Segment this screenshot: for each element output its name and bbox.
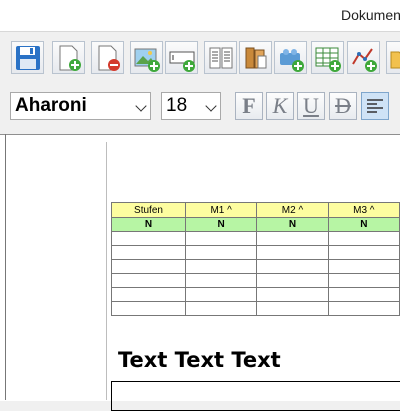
table-cell[interactable]: N: [184, 217, 258, 232]
table-header-cell[interactable]: M2 ^: [256, 202, 329, 218]
add-blocks-button[interactable]: [274, 41, 307, 74]
page-add-icon: [59, 45, 81, 71]
table-cell[interactable]: [184, 273, 258, 288]
table-header-cell[interactable]: M1 ^: [184, 202, 258, 218]
table-cell[interactable]: [327, 287, 400, 302]
table-cell[interactable]: [327, 259, 400, 274]
folder-icon: [390, 51, 400, 69]
document-heading[interactable]: Text Text Text: [118, 348, 281, 372]
align-left-button[interactable]: [361, 92, 389, 120]
table-cell[interactable]: [184, 287, 258, 302]
table-cell[interactable]: [184, 259, 258, 274]
table-header-row: Stufen M1 ^ M2 ^ M3 ^: [111, 202, 400, 218]
table-cell[interactable]: [256, 231, 329, 246]
table-row: [111, 259, 400, 274]
lego-block-add-icon: [280, 49, 304, 72]
table-cell[interactable]: [327, 245, 400, 260]
table-cell[interactable]: [184, 245, 258, 260]
page-remove-icon: [98, 45, 120, 71]
underline-button[interactable]: U: [297, 92, 325, 120]
table-cell[interactable]: [111, 287, 186, 302]
table-add-icon: [315, 47, 341, 72]
main-toolbar: [0, 32, 400, 80]
table-cell[interactable]: [327, 273, 400, 288]
add-text-columns-button[interactable]: [204, 41, 237, 74]
table-cell[interactable]: [184, 231, 258, 246]
table-cell[interactable]: [111, 245, 186, 260]
vertical-ruler: [5, 134, 6, 400]
table-cell[interactable]: [256, 273, 329, 288]
font-family-select[interactable]: Aharoni: [10, 92, 151, 120]
add-textfield-button[interactable]: [165, 41, 198, 74]
font-family-value: Aharoni: [15, 95, 87, 116]
table-header-cell[interactable]: Stufen: [111, 202, 186, 218]
open-folder-button[interactable]: [386, 41, 400, 74]
table-cell[interactable]: [184, 301, 258, 316]
text-columns-icon: [209, 47, 233, 69]
add-chart-button[interactable]: [347, 41, 380, 74]
table-cell[interactable]: [256, 259, 329, 274]
bold-label: F: [242, 93, 256, 118]
page-margin: [106, 142, 107, 400]
chevron-down-icon: [205, 100, 217, 112]
floppy-disk-icon: [16, 46, 40, 70]
font-size-value: 18: [166, 95, 188, 116]
table-row: [111, 273, 400, 288]
bold-button[interactable]: F: [235, 92, 263, 120]
table-cell[interactable]: [111, 259, 186, 274]
table-cell[interactable]: N: [256, 217, 329, 232]
table-cell[interactable]: [256, 287, 329, 302]
table-row: [111, 287, 400, 302]
add-bookshelf-button[interactable]: [239, 41, 272, 74]
chart-add-icon: [352, 48, 377, 72]
strikethrough-label: D: [335, 93, 351, 118]
table-subheader-row: N N N N: [111, 217, 400, 232]
books-icon: [245, 47, 267, 69]
chevron-down-icon: [135, 100, 147, 112]
align-left-icon: [367, 99, 383, 113]
table-cell[interactable]: N: [327, 217, 400, 232]
table-row: [111, 231, 400, 246]
window-title: Dokumen: [341, 7, 400, 23]
add-image-button[interactable]: [130, 41, 163, 74]
table-cell[interactable]: [111, 301, 186, 316]
textfield-add-icon: [169, 51, 195, 72]
table-cell[interactable]: [256, 245, 329, 260]
image-add-icon: [134, 48, 160, 72]
text-frame[interactable]: [111, 381, 400, 411]
underline-label: U: [303, 93, 319, 118]
table-row: [111, 301, 400, 316]
italic-button[interactable]: K: [266, 92, 294, 120]
table-cell[interactable]: [256, 301, 329, 316]
table-cell[interactable]: [111, 273, 186, 288]
add-table-button[interactable]: [311, 41, 344, 74]
table-cell[interactable]: N: [111, 217, 186, 232]
document-table[interactable]: Stufen M1 ^ M2 ^ M3 ^ N N N N: [111, 202, 400, 316]
table-cell[interactable]: [111, 231, 186, 246]
title-bar: Dokumen: [0, 0, 400, 32]
strikethrough-button[interactable]: D: [329, 92, 357, 120]
italic-label: K: [272, 93, 288, 118]
remove-page-button[interactable]: [91, 41, 124, 74]
new-page-button[interactable]: [52, 41, 85, 74]
table-cell[interactable]: [327, 231, 400, 246]
font-size-select[interactable]: 18: [161, 92, 221, 120]
table-row: [111, 245, 400, 260]
table-cell[interactable]: [327, 301, 400, 316]
save-button[interactable]: [11, 41, 44, 74]
table-header-cell[interactable]: M3 ^: [327, 202, 400, 218]
